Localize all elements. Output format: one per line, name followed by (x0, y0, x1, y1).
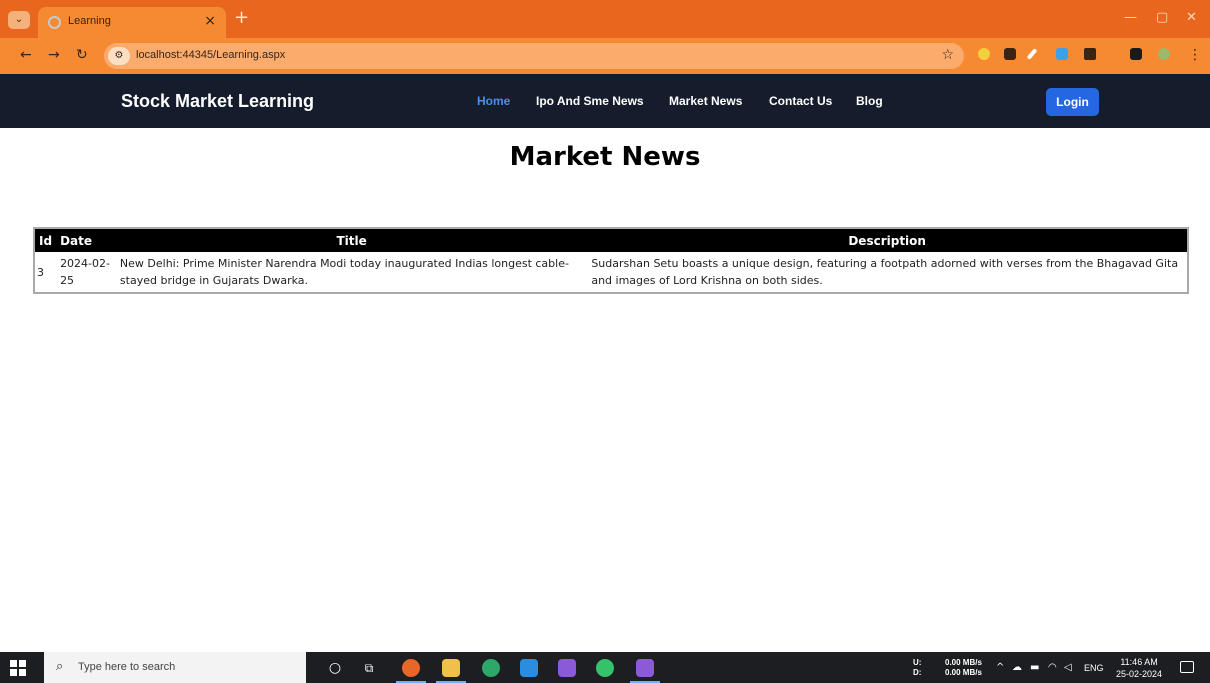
address-bar[interactable]: ⚙ localhost:44345/Learning.aspx ☆ (104, 43, 964, 69)
net-up-speed: 0.00 MB/s (945, 658, 982, 667)
vscode-icon[interactable] (520, 659, 538, 677)
cell-id: 3 (37, 265, 44, 279)
bookmark-star-icon[interactable]: ☆ (941, 47, 954, 63)
task-view-icon[interactable]: ⧉ (360, 659, 378, 677)
taskbar-clock[interactable]: 11:46 AM 25-02-2024 (1116, 656, 1162, 680)
site-brand[interactable]: Stock Market Learning (121, 91, 314, 112)
cell-description: Sudarshan Setu boasts a unique design, f… (591, 257, 1179, 287)
taskbar-search-placeholder[interactable]: Type here to search (78, 661, 175, 673)
browser-toolbar: ← → ↻ ⚙ localhost:44345/Learning.aspx ☆ … (0, 38, 1210, 74)
browser-tab[interactable]: Learning × (38, 7, 226, 38)
cell-date: 2024-02-25 (60, 257, 110, 287)
close-window-icon[interactable]: ✕ (1186, 10, 1197, 25)
wifi-icon[interactable]: ◠ (1048, 662, 1057, 673)
extension-screen-icon[interactable] (1004, 48, 1016, 60)
minimize-icon[interactable]: — (1124, 10, 1137, 25)
clock-time: 11:46 AM (1120, 657, 1158, 667)
chrome-icon[interactable] (482, 659, 500, 677)
net-up-label: U: (913, 658, 922, 667)
nav-link-blog[interactable]: Blog (856, 94, 883, 108)
windows-start-icon[interactable] (10, 660, 26, 676)
net-down-speed: 0.00 MB/s (945, 668, 982, 677)
site-info-icon[interactable]: ⚙ (108, 47, 130, 65)
column-header-title: Title (115, 228, 588, 252)
chevron-up-icon[interactable]: ^ (996, 662, 1004, 673)
onedrive-cloud-icon[interactable]: ☁ (1012, 662, 1022, 673)
table-row: 3 2024-02-25 New Delhi: Prime Minister N… (34, 252, 1188, 293)
tab-favicon-icon (48, 16, 61, 29)
taskbar-search-box[interactable]: ⌕ Type here to search (44, 652, 306, 683)
net-down-label: D: (913, 668, 922, 677)
tab-search-chevron-icon[interactable]: ⌄ (8, 11, 30, 29)
browser-tab-strip: ⌄ Learning × + — ▢ ✕ (0, 0, 1210, 38)
tab-title: Learning (68, 15, 111, 27)
extension-react-icon[interactable] (978, 48, 990, 60)
chrome-canary-icon[interactable] (402, 659, 420, 677)
extension-eyedropper-icon[interactable] (1026, 48, 1038, 60)
reload-icon[interactable]: ↻ (76, 47, 88, 63)
search-icon: ⌕ (56, 659, 64, 674)
new-tab-icon[interactable]: + (234, 9, 249, 27)
table-header-row: Id Date Title Description (34, 228, 1188, 252)
visual-studio-icon-2[interactable] (636, 659, 654, 677)
maximize-icon[interactable]: ▢ (1156, 10, 1168, 25)
side-panel-icon[interactable] (1130, 48, 1142, 60)
column-header-id: Id (34, 228, 57, 252)
extension-fi-icon[interactable] (1056, 48, 1068, 60)
chrome-menu-icon[interactable]: ⋮ (1188, 47, 1202, 63)
language-indicator[interactable]: ENG (1084, 663, 1104, 673)
nav-link-market-news[interactable]: Market News (669, 94, 742, 108)
nav-link-contact-us[interactable]: Contact Us (769, 94, 832, 108)
visual-studio-icon[interactable] (558, 659, 576, 677)
file-explorer-icon[interactable] (442, 659, 460, 677)
profile-avatar-icon[interactable] (1158, 48, 1170, 60)
column-header-description: Description (587, 228, 1188, 252)
notification-icon[interactable] (1180, 661, 1194, 673)
column-header-date: Date (56, 228, 116, 252)
page-title: Market News (509, 142, 701, 172)
market-news-table: Id Date Title Description 3 2024-02-25 N… (33, 227, 1189, 294)
tab-close-icon[interactable]: × (204, 13, 216, 29)
url-text[interactable]: localhost:44345/Learning.aspx (136, 49, 285, 61)
login-button[interactable]: Login (1046, 88, 1099, 116)
nav-link-ipo-and-sme-news[interactable]: Ipo And Sme News (536, 94, 644, 108)
whatsapp-icon[interactable] (596, 659, 614, 677)
extensions-puzzle-icon[interactable] (1084, 48, 1096, 60)
cell-title: New Delhi: Prime Minister Narendra Modi … (119, 257, 569, 287)
cortana-icon[interactable]: ○ (326, 659, 344, 677)
volume-icon[interactable]: ◁ (1064, 662, 1072, 673)
nav-link-home[interactable]: Home (477, 94, 510, 108)
clock-date: 25-02-2024 (1116, 669, 1163, 679)
windows-taskbar: ⌕ Type here to search ○ ⧉ U: D: 0.00 MB/… (0, 652, 1210, 683)
back-arrow-icon[interactable]: ← (20, 47, 32, 63)
forward-arrow-icon[interactable]: → (48, 47, 60, 63)
site-navbar: Stock Market Learning Home Ipo And Sme N… (0, 74, 1210, 128)
battery-icon[interactable]: ▬ (1030, 662, 1039, 673)
